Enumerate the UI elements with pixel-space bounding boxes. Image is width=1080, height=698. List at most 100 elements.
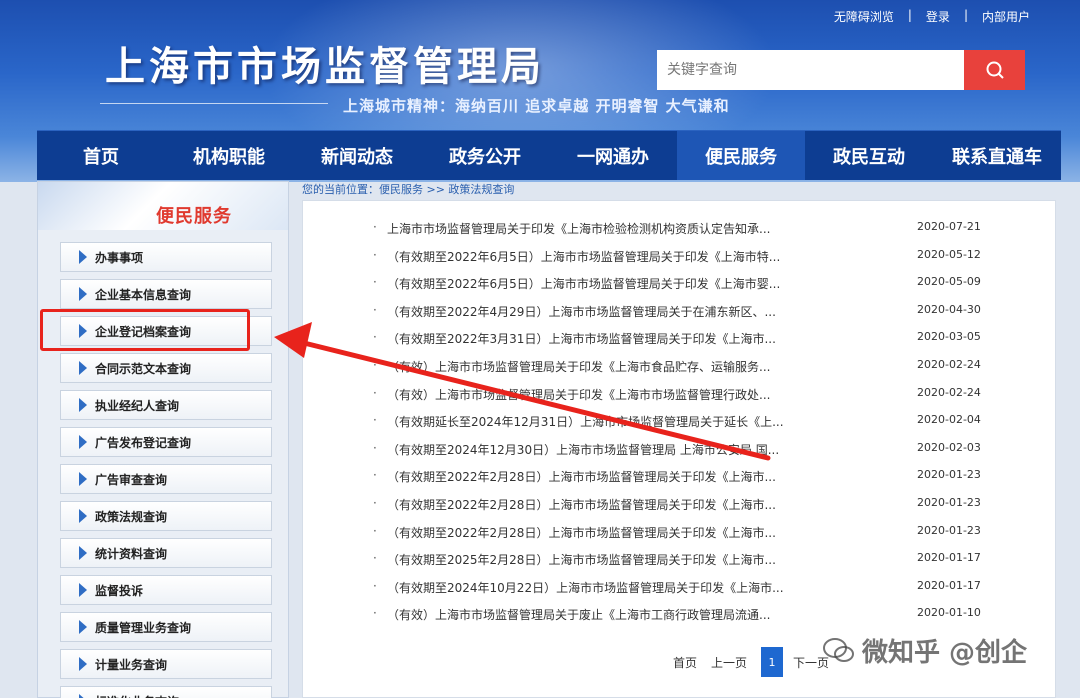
search-button[interactable]	[964, 50, 1025, 90]
list-bullet: ·	[373, 523, 377, 538]
list-item-date: 2020-01-17	[917, 578, 981, 592]
list-item[interactable]: · （有效期至2022年2月28日）上海市市场监督管理局关于印发《上海市... 20…	[373, 524, 1013, 544]
list-item[interactable]: · （有效）上海市市场监督管理局关于印发《上海市食品贮存、运输服务... 2020-…	[373, 358, 1013, 378]
sidebar-item[interactable]: 广告发布登记查询	[60, 427, 272, 457]
main-nav: 首页 机构职能 新闻动态 政务公开 一网通办 便民服务 政民互动 联系直通车	[37, 130, 1061, 180]
nav-item-functions[interactable]: 机构职能	[165, 131, 293, 180]
city-slogan: 上海城市精神：海纳百川 追求卓越 开明睿智 大气谦和	[343, 97, 730, 115]
sidebar-item[interactable]: 统计资料查询	[60, 538, 272, 568]
list-bullet: ·	[373, 385, 377, 400]
list-bullet: ·	[373, 468, 377, 483]
sidebar-item[interactable]: 监督投诉	[60, 575, 272, 605]
list-item[interactable]: · （有效期至2024年10月22日）上海市市场监督管理局关于印发《上海市... 2…	[373, 579, 1013, 599]
list-item-date: 2020-01-23	[917, 468, 981, 482]
list-item-title[interactable]: （有效期至2025年2月28日）上海市市场监督管理局关于印发《上海市...	[387, 551, 787, 568]
site-title[interactable]: 上海市市场监督管理局	[105, 34, 545, 92]
triangle-right-icon	[79, 657, 87, 671]
sidebar-item-label: 广告发布登记查询	[95, 435, 192, 450]
sidebar-item[interactable]: 执业经纪人查询	[60, 390, 272, 420]
link-separator: |	[963, 8, 968, 22]
triangle-right-icon	[79, 583, 87, 597]
search-input[interactable]	[657, 50, 964, 90]
list-item[interactable]: · （有效期至2022年2月28日）上海市市场监督管理局关于印发《上海市... 20…	[373, 468, 1013, 488]
nav-item-home[interactable]: 首页	[37, 131, 165, 180]
pager-current[interactable]: 1	[761, 647, 784, 677]
list-item-title[interactable]: （有效期至2022年6月5日）上海市市场监督管理局关于印发《上海市特...	[387, 248, 787, 265]
list-item[interactable]: · （有效期至2022年2月28日）上海市市场监督管理局关于印发《上海市... 20…	[373, 496, 1013, 516]
list-item-title[interactable]: （有效期至2022年2月28日）上海市市场监督管理局关于印发《上海市...	[387, 496, 787, 513]
sidebar-item[interactable]: 质量管理业务查询	[60, 612, 272, 642]
list-item-date: 2020-05-09	[917, 275, 981, 289]
list-bullet: ·	[373, 358, 377, 372]
breadcrumb-prefix: 您的当前位置：	[302, 183, 379, 196]
list-item[interactable]: · （有效期至2022年3月31日）上海市市场监督管理局关于印发《上海市... 20…	[373, 330, 1013, 350]
list-item-title[interactable]: （有效期至2024年10月22日）上海市市场监督管理局关于印发《上海市...	[387, 579, 787, 596]
sidebar-title: 便民服务	[156, 206, 232, 227]
sidebar-item-label: 政策法规查询	[95, 509, 168, 524]
list-item-title[interactable]: （有效期至2022年4月29日）上海市市场监督管理局关于在浦东新区、...	[387, 303, 787, 320]
list-bullet: ·	[373, 413, 377, 428]
triangle-right-icon	[79, 398, 87, 412]
list-item-title[interactable]: （有效期至2022年6月5日）上海市市场监督管理局关于印发《上海市婴...	[387, 275, 787, 292]
sidebar-item-label: 企业基本信息查询	[95, 287, 192, 302]
policy-list-panel: 首页 上一页 1 下一页 · 上海市市场监督管理局关于印发《上海市检验检测机构资质…	[302, 200, 1056, 698]
list-item-date: 2020-01-23	[917, 523, 981, 537]
list-item[interactable]: · （有效）上海市市场监督管理局关于废止《上海市工商行政管理局流通... 2020-…	[373, 606, 1013, 626]
list-item-title[interactable]: 上海市市场监督管理局关于印发《上海市检验检测机构资质认定告知承...	[387, 220, 787, 237]
list-item-date: 2020-04-30	[917, 302, 981, 316]
internal-user-link[interactable]: 内部用户	[982, 8, 1030, 25]
sidebar-item[interactable]: 办事事项	[60, 242, 272, 272]
pagination: 首页 上一页 1 下一页	[673, 647, 843, 677]
sidebar-item-label: 执业经纪人查询	[95, 398, 180, 413]
list-item[interactable]: · （有效期至2022年6月5日）上海市市场监督管理局关于印发《上海市婴... 20…	[373, 275, 1013, 295]
list-item-date: 2020-02-24	[917, 385, 981, 399]
login-link[interactable]: 登录	[926, 8, 950, 25]
sidebar-item-label: 监督投诉	[95, 583, 144, 598]
sidebar-item[interactable]: 合同示范文本查询	[60, 353, 272, 383]
annotation-highlight-box	[40, 309, 250, 351]
list-item-title[interactable]: （有效）上海市市场监督管理局关于印发《上海市食品贮存、运输服务...	[387, 358, 787, 375]
pager-first[interactable]: 首页	[673, 654, 697, 671]
nav-item-one-stop[interactable]: 一网通办	[549, 131, 677, 180]
sidebar-item[interactable]: 企业基本信息查询	[60, 279, 272, 309]
list-item[interactable]: · （有效期至2022年4月29日）上海市市场监督管理局关于在浦东新区、... 20…	[373, 303, 1013, 323]
sidebar-item[interactable]: 标准化业务查询	[60, 686, 272, 698]
list-item[interactable]: · （有效期至2025年2月28日）上海市市场监督管理局关于印发《上海市... 20…	[373, 551, 1013, 571]
list-item[interactable]: · （有效期至2022年6月5日）上海市市场监督管理局关于印发《上海市特... 20…	[373, 248, 1013, 268]
wechat-icon	[823, 638, 854, 662]
sidebar-item[interactable]: 计量业务查询	[60, 649, 272, 679]
list-item-title[interactable]: （有效期至2024年12月30日）上海市市场监督管理局 上海市公安局 国...	[387, 441, 787, 458]
triangle-right-icon	[79, 472, 87, 486]
nav-item-gov-affairs[interactable]: 政务公开	[421, 131, 549, 180]
pager-prev[interactable]: 上一页	[711, 654, 747, 671]
list-item-title[interactable]: （有效期至2022年2月28日）上海市市场监督管理局关于印发《上海市...	[387, 468, 787, 485]
list-item[interactable]: · （有效期延长至2024年12月31日）上海市市场监督管理局关于延长《上... 2…	[373, 413, 1013, 433]
sidebar-item[interactable]: 政策法规查询	[60, 501, 272, 531]
list-item-title[interactable]: （有效期延长至2024年12月31日）上海市市场监督管理局关于延长《上...	[387, 413, 787, 430]
accessibility-link[interactable]: 无障碍浏览	[834, 8, 894, 25]
list-item[interactable]: · 上海市市场监督管理局关于印发《上海市检验检测机构资质认定告知承... 2020-…	[373, 220, 1013, 240]
list-bullet: ·	[373, 302, 377, 317]
search-icon	[986, 61, 1004, 79]
sidebar-item-label: 办事事项	[95, 250, 144, 265]
sidebar-item-label: 统计资料查询	[95, 546, 168, 561]
list-item-title[interactable]: （有效期至2022年2月28日）上海市市场监督管理局关于印发《上海市...	[387, 524, 787, 541]
list-bullet: ·	[373, 440, 377, 455]
list-item-date: 2020-02-24	[917, 358, 981, 371]
link-separator: |	[907, 8, 912, 22]
list-item-date: 2020-05-12	[917, 247, 981, 261]
nav-item-public-services[interactable]: 便民服务	[677, 131, 805, 180]
breadcrumb-path[interactable]: 便民服务 >> 政策法规查询	[379, 183, 514, 196]
list-item-title[interactable]: （有效期至2022年3月31日）上海市市场监督管理局关于印发《上海市...	[387, 330, 787, 347]
nav-item-news[interactable]: 新闻动态	[293, 131, 421, 180]
list-item-date: 2020-01-17	[917, 551, 981, 565]
list-bullet: ·	[373, 551, 377, 566]
list-item[interactable]: · （有效）上海市市场监督管理局关于印发《上海市市场监督管理行政处... 2020-…	[373, 386, 1013, 406]
nav-item-contact[interactable]: 联系直通车	[933, 131, 1061, 180]
list-item[interactable]: · （有效期至2024年12月30日）上海市市场监督管理局 上海市公安局 国...…	[373, 441, 1013, 461]
nav-item-interaction[interactable]: 政民互动	[805, 131, 933, 180]
triangle-right-icon	[79, 620, 87, 634]
list-item-title[interactable]: （有效）上海市市场监督管理局关于印发《上海市市场监督管理行政处...	[387, 386, 787, 403]
sidebar-item[interactable]: 广告审查查询	[60, 464, 272, 494]
list-item-title[interactable]: （有效）上海市市场监督管理局关于废止《上海市工商行政管理局流通...	[387, 606, 787, 623]
